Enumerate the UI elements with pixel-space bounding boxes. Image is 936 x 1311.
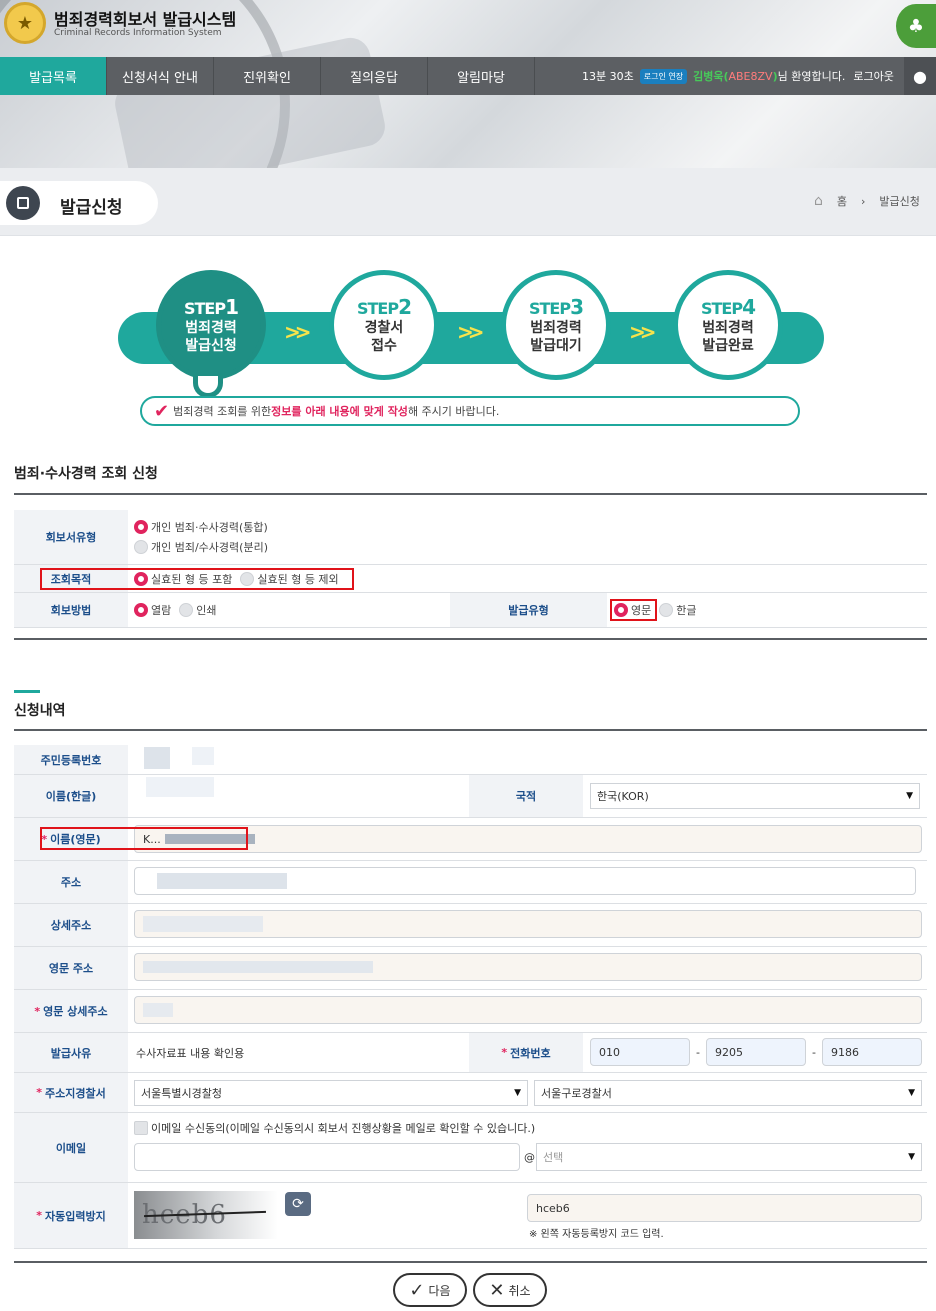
session-timer: 13분 30초 — [582, 70, 634, 83]
label-email: 이메일 — [14, 1113, 128, 1182]
page-icon — [6, 186, 40, 220]
nav-item-form-guide[interactable]: 신청서식 안내 — [107, 57, 214, 95]
system-title: 범죄경력회보서 발급시스템 — [54, 10, 237, 29]
captcha-hint: ※ 왼쪽 자동등록방지 코드 입력. — [529, 1228, 664, 1240]
radio-report-combined[interactable]: 개인 범죄·수사경력(통합) — [134, 519, 268, 535]
email-consent-label: 이메일 수신동의(이메일 수신동의시 회보서 진행상황을 메일로 확인할 수 있… — [151, 1122, 536, 1135]
row-method: 회보방법 열람 인쇄 발급유형 영문 한글 — [14, 593, 927, 628]
highlight-name-en — [40, 827, 248, 850]
user-icon[interactable]: ● — [904, 57, 936, 95]
label-report-type: 회보서유형 — [14, 510, 128, 564]
welcome-text: 님 환영합니다. — [777, 70, 846, 83]
police-station-select[interactable]: 서울구로경찰서 ▼ — [534, 1080, 922, 1106]
user-code: ABE8ZV — [728, 69, 773, 83]
nav-item-notice[interactable]: 알림마당 — [428, 57, 535, 95]
email-id-input[interactable] — [134, 1143, 520, 1171]
label-captcha: * 자동입력방지 — [14, 1183, 128, 1248]
nav-item-issue-list[interactable]: 발급목록 — [0, 57, 107, 95]
section-title-application: 신청내역 — [14, 703, 66, 719]
radio-method-view[interactable]: 열람 — [134, 602, 171, 618]
label-address-en-detail: * 영문 상세주소 — [14, 990, 128, 1032]
phone-input-2[interactable]: 9205 — [706, 1038, 806, 1066]
notice-box: ✔ 범죄경력 조회를 위한 정보를 아래 내용에 맞게 작성 해 주시기 바랍니다… — [140, 396, 800, 426]
label-address-en: 영문 주소 — [14, 947, 128, 989]
breadcrumb-home[interactable]: 홈 — [837, 193, 847, 209]
extend-login-button[interactable]: 로그인 연장 — [639, 68, 688, 84]
check-icon: ✔ — [154, 400, 170, 422]
label-reason: 발급사유 — [14, 1033, 128, 1072]
step-3: STEP3 범죄경력 발급대기 — [501, 270, 611, 380]
chevron-double-right-icon: >> — [284, 320, 311, 344]
cancel-button[interactable]: ✕ 취소 — [473, 1273, 547, 1307]
captcha-image: hceb6 — [134, 1191, 278, 1239]
breadcrumb-current: 발급신청 — [879, 195, 920, 208]
radio-issue-korean[interactable]: 한글 — [659, 602, 697, 618]
label-method: 회보방법 — [14, 593, 128, 627]
label-resident-no: 주민등록번호 — [14, 745, 128, 774]
breadcrumb: ⌂ 홈 › 발급신청 — [814, 193, 920, 209]
welfare-logo-icon: ♣ — [896, 4, 936, 48]
next-button[interactable]: ✓ 다음 — [393, 1273, 467, 1307]
label-name-kr: 이름(한글) — [14, 775, 128, 817]
address-detail-input[interactable] — [134, 910, 922, 938]
application-table: 주민등록번호 이름(한글) 국적 한국(KOR) ▼ * 이름(영문) K... 주… — [14, 745, 927, 1263]
dropdown-arrow-icon: ▼ — [514, 1088, 521, 1098]
system-subtitle: Criminal Records Information System — [54, 28, 222, 38]
resident-no-redacted — [144, 747, 170, 769]
highlight-purpose — [40, 568, 354, 590]
label-address-detail: 상세주소 — [14, 904, 128, 946]
check-icon: ✓ — [409, 1279, 425, 1301]
refresh-icon[interactable]: ⟳ — [285, 1192, 311, 1216]
phone-input-3[interactable]: 9186 — [822, 1038, 922, 1066]
name-kr-redacted — [146, 777, 214, 797]
phone-input-1[interactable]: 010 — [590, 1038, 690, 1066]
email-domain-select[interactable]: 선택 ▼ — [536, 1143, 922, 1171]
close-icon: ✕ — [489, 1279, 505, 1301]
logout-link[interactable]: 로그아웃 — [853, 68, 893, 84]
address-en-input[interactable] — [134, 953, 922, 981]
nav-item-verify[interactable]: 진위확인 — [214, 57, 321, 95]
dropdown-arrow-icon: ▼ — [906, 791, 913, 801]
police-agency-select[interactable]: 서울특별시경찰청 ▼ — [134, 1080, 528, 1106]
page-title: 발급신청 — [60, 198, 123, 218]
step-2: STEP2 경찰서 접수 — [329, 270, 439, 380]
address-en-detail-input[interactable] — [134, 996, 922, 1024]
name-en-input[interactable]: K... — [134, 825, 922, 853]
step-pointer — [193, 376, 223, 398]
chevron-double-right-icon: >> — [457, 320, 484, 344]
nav-item-qna[interactable]: 질의응답 — [321, 57, 428, 95]
radio-method-print[interactable]: 인쇄 — [179, 602, 217, 618]
email-consent-checkbox[interactable] — [134, 1121, 148, 1135]
reason-value: 수사자료표 내용 확인용 — [136, 1046, 245, 1060]
chevron-double-right-icon: >> — [629, 320, 656, 344]
user-name: 김병욱 — [693, 70, 724, 83]
label-nationality: 국적 — [469, 775, 583, 817]
police-emblem-icon: ★ — [4, 2, 46, 44]
label-police: * 주소지경찰서 — [14, 1073, 128, 1112]
address-input[interactable] — [134, 867, 916, 895]
dropdown-arrow-icon: ▼ — [908, 1088, 915, 1098]
label-phone: * 전화번호 — [469, 1033, 583, 1072]
home-icon[interactable]: ⌂ — [814, 193, 823, 209]
chevron-right-icon: › — [861, 194, 866, 208]
highlight-issue-type — [610, 599, 657, 621]
section-title-inquiry: 범죄·수사경력 조회 신청 — [14, 466, 158, 482]
session-bar: 13분 30초 로그인 연장 김병욱(ABE8ZV) 님 환영합니다. 로그아웃 — [582, 68, 894, 84]
captcha-input[interactable]: hceb6 — [527, 1194, 922, 1222]
label-issue-type: 발급유형 — [450, 593, 607, 627]
dropdown-arrow-icon: ▼ — [908, 1152, 915, 1162]
row-report-type: 회보서유형 개인 범죄·수사경력(통합) 개인 범죄/수사경력(분리) — [14, 510, 927, 565]
step-1: STEP1 범죄경력 발급신청 — [156, 270, 266, 380]
step-4: STEP4 범죄경력 발급완료 — [673, 270, 783, 380]
nationality-select[interactable]: 한국(KOR) ▼ — [590, 783, 920, 809]
radio-report-separate[interactable]: 개인 범죄/수사경력(분리) — [134, 539, 268, 555]
label-address: 주소 — [14, 861, 128, 903]
